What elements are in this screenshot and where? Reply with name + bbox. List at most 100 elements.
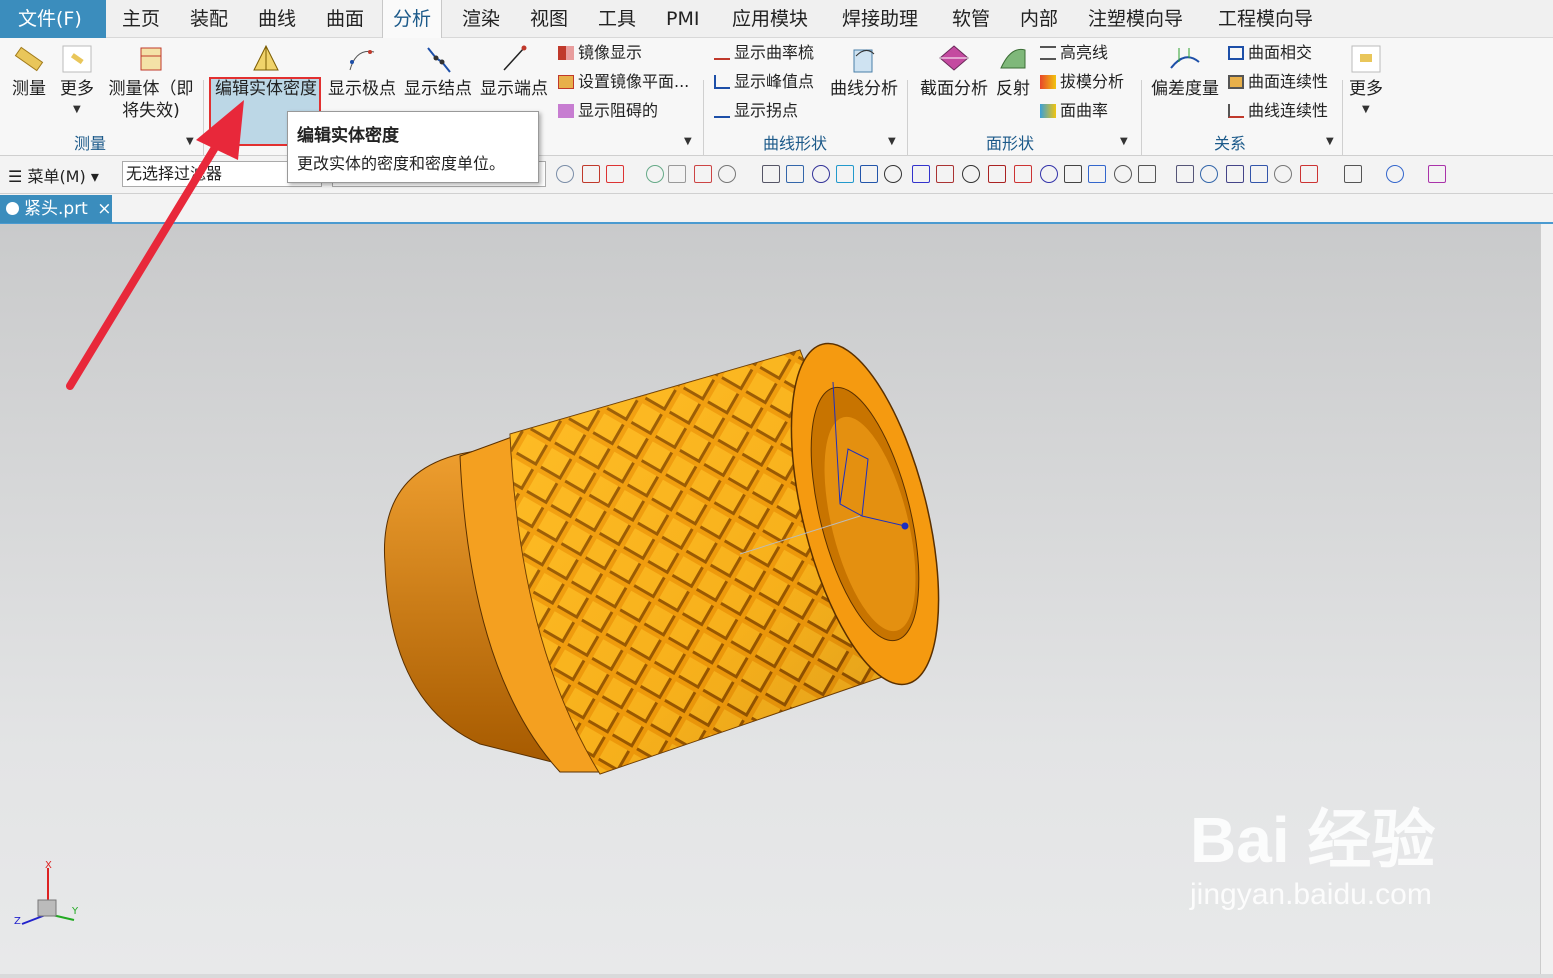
show-endpoints-button[interactable]: 显示端点 bbox=[478, 44, 550, 100]
toolbar-tool-icon[interactable] bbox=[1386, 165, 1404, 183]
toolbar-tool-icon[interactable] bbox=[556, 165, 574, 183]
show-peaks-button[interactable]: 显示峰值点 bbox=[714, 69, 814, 95]
tab-pmi[interactable]: PMI bbox=[656, 0, 709, 38]
blocked-icon bbox=[558, 104, 574, 118]
set-mirror-plane-button[interactable]: 设置镜像平面... bbox=[558, 69, 689, 95]
tab-eng-wizard[interactable]: 工程模向导 bbox=[1208, 0, 1323, 38]
endpoints-icon bbox=[503, 45, 527, 71]
toolbar-tool-icon[interactable] bbox=[1428, 165, 1446, 183]
toolbar-tool-icon[interactable] bbox=[988, 165, 1006, 183]
tab-app-module[interactable]: 应用模块 bbox=[722, 0, 818, 38]
reflection-button[interactable]: 反射 bbox=[992, 44, 1034, 100]
tab-view[interactable]: 视图 bbox=[520, 0, 578, 38]
more-button[interactable]: 更多 bbox=[1346, 44, 1386, 100]
tab-tools[interactable]: 工具 bbox=[588, 0, 646, 38]
annotation-arrow bbox=[66, 100, 244, 390]
toolbar-tool-icon[interactable] bbox=[1040, 165, 1058, 183]
tab-mold-wizard[interactable]: 注塑模向导 bbox=[1078, 0, 1193, 38]
toolbar-tool-icon[interactable] bbox=[606, 165, 624, 183]
section-icon bbox=[939, 45, 969, 71]
draft-icon bbox=[1040, 75, 1056, 89]
curve-continuity-icon bbox=[1228, 104, 1244, 118]
toolbar-tool-icon[interactable] bbox=[1064, 165, 1082, 183]
highlight-lines-button[interactable]: 高亮线 bbox=[1040, 40, 1108, 66]
surface-continuity-button[interactable]: 曲面连续性 bbox=[1228, 69, 1328, 95]
toolbar-tool-icon[interactable] bbox=[1250, 165, 1268, 183]
watermark: Bai 经验 jingyan.baidu.com bbox=[1190, 805, 1435, 915]
more-dropdown-icon[interactable]: ▼ bbox=[1362, 104, 1370, 115]
highlight-lines-icon bbox=[1040, 46, 1056, 60]
toolbar-tool-icon[interactable] bbox=[936, 165, 954, 183]
surface-intersect-button[interactable]: 曲面相交 bbox=[1228, 40, 1312, 66]
toolbar-tool-icon[interactable] bbox=[1200, 165, 1218, 183]
tooltip: 编辑实体密度 更改实体的密度和密度单位。 bbox=[287, 111, 539, 183]
mirror-icon bbox=[558, 46, 574, 60]
toolbar-tool-icon[interactable] bbox=[646, 165, 664, 183]
watermark-site: jingyan.baidu.com bbox=[1190, 878, 1432, 911]
mirror-plane-icon bbox=[558, 75, 574, 89]
tooltip-title: 编辑实体密度 bbox=[297, 126, 399, 146]
toolbar-tool-icon[interactable] bbox=[718, 165, 736, 183]
toolbar-tool-icon[interactable] bbox=[694, 165, 712, 183]
knots-icon bbox=[427, 47, 451, 73]
toolbar-tool-icon[interactable] bbox=[1300, 165, 1318, 183]
peak-icon bbox=[714, 75, 730, 89]
toolbar-tool-icon[interactable] bbox=[668, 165, 686, 183]
tab-internal[interactable]: 内部 bbox=[1010, 0, 1068, 38]
toolbar-tool-icon[interactable] bbox=[962, 165, 980, 183]
group-label-relation: 关系 bbox=[1213, 134, 1246, 153]
reflection-icon bbox=[1000, 48, 1026, 69]
face-curvature-icon bbox=[1040, 104, 1056, 118]
toolbar-tool-icon[interactable] bbox=[1176, 165, 1194, 183]
group-label-curve-shape: 曲线形状 bbox=[762, 134, 827, 153]
face-curvature-button[interactable]: 面曲率 bbox=[1040, 98, 1108, 124]
toolbar-tool-icon[interactable] bbox=[1114, 165, 1132, 183]
part-model[interactable] bbox=[383, 329, 967, 775]
toolbar-tool-icon[interactable] bbox=[912, 165, 930, 183]
show-knots-button[interactable]: 显示结点 bbox=[402, 44, 474, 100]
tab-render[interactable]: 渲染 bbox=[452, 0, 510, 38]
toolbar-tool-icon[interactable] bbox=[1088, 165, 1106, 183]
group-dropdown-icon[interactable]: ▼ bbox=[1120, 136, 1128, 147]
watermark-brand: Bai 经验 bbox=[1190, 804, 1436, 876]
vertical-scrollbar[interactable] bbox=[1540, 224, 1553, 974]
toolbar-tool-icon[interactable] bbox=[582, 165, 600, 183]
triad-x-label: X bbox=[45, 860, 52, 871]
group-dropdown-icon[interactable]: ▼ bbox=[684, 136, 692, 147]
triad-y-label: Y bbox=[72, 906, 79, 917]
toolbar-tool-icon[interactable] bbox=[762, 165, 780, 183]
show-inflections-button[interactable]: 显示拐点 bbox=[714, 98, 798, 124]
triad-z-label: Z bbox=[14, 916, 21, 927]
deviation-icon bbox=[1170, 48, 1200, 69]
group-dropdown-icon[interactable]: ▼ bbox=[888, 136, 896, 147]
show-blocked-button[interactable]: 显示阻碍的 bbox=[558, 98, 658, 124]
curve-analysis-icon bbox=[853, 49, 875, 73]
toolbar-tool-icon[interactable] bbox=[860, 165, 878, 183]
section-analysis-button[interactable]: 截面分析 bbox=[918, 44, 990, 100]
curve-analysis-button[interactable]: 曲线分析 bbox=[828, 44, 900, 100]
toolbar-tool-icon[interactable] bbox=[1226, 165, 1244, 183]
intersect-icon bbox=[1228, 46, 1244, 60]
curvature-comb-button[interactable]: 显示曲率梳 bbox=[714, 40, 814, 66]
mirror-display-button[interactable]: 镜像显示 bbox=[558, 40, 642, 66]
toolbar-tool-icon[interactable] bbox=[1274, 165, 1292, 183]
toolbar-tool-icon[interactable] bbox=[786, 165, 804, 183]
toolbar-tool-icon[interactable] bbox=[1014, 165, 1032, 183]
tab-welding[interactable]: 焊接助理 bbox=[832, 0, 928, 38]
toolbar-tool-icon[interactable] bbox=[1344, 165, 1362, 183]
group-label-face-shape: 面形状 bbox=[985, 134, 1034, 153]
comb-icon bbox=[714, 46, 730, 60]
toolbar-tool-icon[interactable] bbox=[836, 165, 854, 183]
inflection-icon bbox=[714, 104, 730, 118]
more-icon bbox=[1351, 45, 1381, 73]
toolbar-tool-icon[interactable] bbox=[884, 165, 902, 183]
group-dropdown-icon[interactable]: ▼ bbox=[1326, 136, 1334, 147]
deviation-gauge-button[interactable]: 偏差度量 bbox=[1148, 44, 1222, 100]
tooltip-description: 更改实体的密度和密度单位。 bbox=[297, 154, 506, 173]
toolbar-tool-icon[interactable] bbox=[1138, 165, 1156, 183]
curve-continuity-button[interactable]: 曲线连续性 bbox=[1228, 98, 1328, 124]
draft-analysis-button[interactable]: 拔模分析 bbox=[1040, 69, 1124, 95]
tab-hose[interactable]: 软管 bbox=[942, 0, 1000, 38]
toolbar-tool-icon[interactable] bbox=[812, 165, 830, 183]
surface-continuity-icon bbox=[1228, 75, 1244, 89]
